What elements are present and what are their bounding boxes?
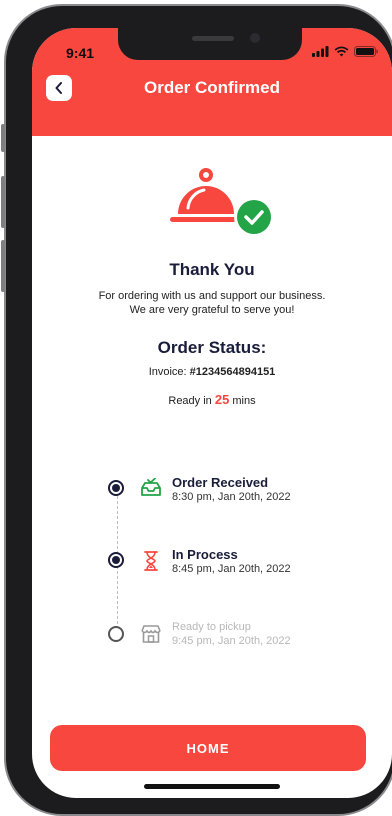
signal-icon: [312, 46, 329, 57]
step-title: Order Received: [172, 475, 269, 490]
ready-time-line: Ready in 25 mins: [32, 392, 392, 407]
step-title: In Process: [172, 547, 238, 562]
thank-you-line-2: We are very grateful to serve you!: [129, 304, 295, 316]
speaker-grille: [192, 36, 234, 41]
invoice-number: #1234564894151: [189, 366, 276, 378]
step-title: Ready to pickup: [172, 621, 251, 633]
home-button[interactable]: HOME: [50, 725, 366, 771]
order-confirmed-illustration: [166, 166, 276, 243]
header-bar: 9:41 Order Confirmed: [32, 28, 392, 136]
ready-suffix: mins: [229, 395, 256, 407]
phone-frame: 9:41 Order Confirmed Thank You For order…: [1, 4, 392, 816]
status-time: 9:41: [66, 45, 95, 61]
store-icon: [140, 624, 162, 649]
step-status-dot: [108, 480, 124, 496]
invoice-label: Invoice:: [148, 366, 190, 378]
step-status-dot: [108, 626, 124, 642]
cloche-icon: [170, 168, 274, 237]
thank-you-heading: Thank You: [169, 260, 255, 279]
step-time: 8:45 pm, Jan 20th, 2022: [172, 563, 291, 575]
step-status-dot: [108, 552, 124, 568]
ready-prefix: Ready in: [168, 395, 215, 407]
thank-you-line-1: For ordering with us and support our bus…: [98, 290, 326, 302]
wifi-icon: [334, 46, 349, 57]
ready-minutes: 25: [214, 392, 230, 407]
status-icons: [312, 46, 378, 57]
step-time: 9:45 pm, Jan 20th, 2022: [172, 635, 291, 647]
battery-icon: [354, 46, 378, 57]
invoice-line: Invoice: #1234564894151: [32, 366, 392, 378]
screen: 9:41 Order Confirmed Thank You For order…: [32, 28, 392, 798]
mute-switch: [1, 124, 5, 152]
page-title: Order Confirmed: [143, 78, 281, 97]
home-indicator: [144, 784, 280, 789]
thank-you-message: For ordering with us and support our bus…: [32, 289, 392, 317]
hourglass-icon: [140, 550, 162, 577]
step-time: 8:30 pm, Jan 20th, 2022: [172, 491, 291, 503]
front-camera: [250, 33, 260, 43]
order-status-heading: Order Status:: [157, 338, 267, 357]
volume-up-button: [1, 176, 5, 228]
notch: [118, 28, 302, 60]
volume-down-button: [1, 240, 5, 292]
inbox-check-icon: [140, 477, 162, 503]
